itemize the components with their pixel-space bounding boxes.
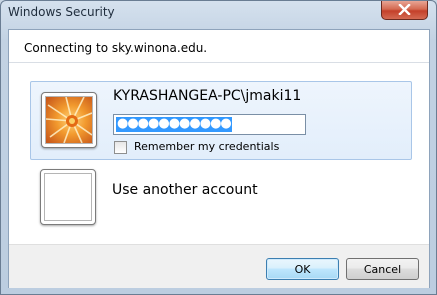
blank-avatar xyxy=(40,169,96,225)
remember-checkbox[interactable] xyxy=(114,141,127,154)
windows-security-dialog: Windows Security Connecting to sky.winon… xyxy=(0,0,437,295)
use-another-account-label: Use another account xyxy=(112,182,258,198)
password-value: ●●●●●●●●●●● xyxy=(116,116,232,132)
account-user-name: KYRASHANGEA-PC\jmaki11 xyxy=(113,88,302,104)
close-button[interactable] xyxy=(381,1,428,20)
remember-label: Remember my credentials xyxy=(134,140,280,153)
window-title: Windows Security xyxy=(8,5,115,19)
ok-button[interactable]: OK xyxy=(266,258,339,280)
close-icon xyxy=(398,4,411,15)
cancel-button[interactable]: Cancel xyxy=(346,258,419,280)
saved-account-tile[interactable]: KYRASHANGEA-PC\jmaki11 ●●●●●●●●●●● Remem… xyxy=(30,81,412,160)
dialog-body: Connecting to sky.winona.edu. KYRASHANGE… xyxy=(8,29,430,288)
title-bar[interactable]: Windows Security xyxy=(1,1,436,27)
connecting-message: Connecting to sky.winona.edu. xyxy=(24,41,208,55)
header-divider xyxy=(9,62,429,63)
password-field[interactable]: ●●●●●●●●●●● xyxy=(113,114,306,135)
orange-flower-avatar-icon xyxy=(45,96,93,144)
blank-avatar-icon xyxy=(44,173,92,221)
user-avatar xyxy=(41,92,97,148)
button-bar: OK Cancel xyxy=(9,244,429,288)
use-another-account-tile[interactable]: Use another account xyxy=(30,163,412,231)
